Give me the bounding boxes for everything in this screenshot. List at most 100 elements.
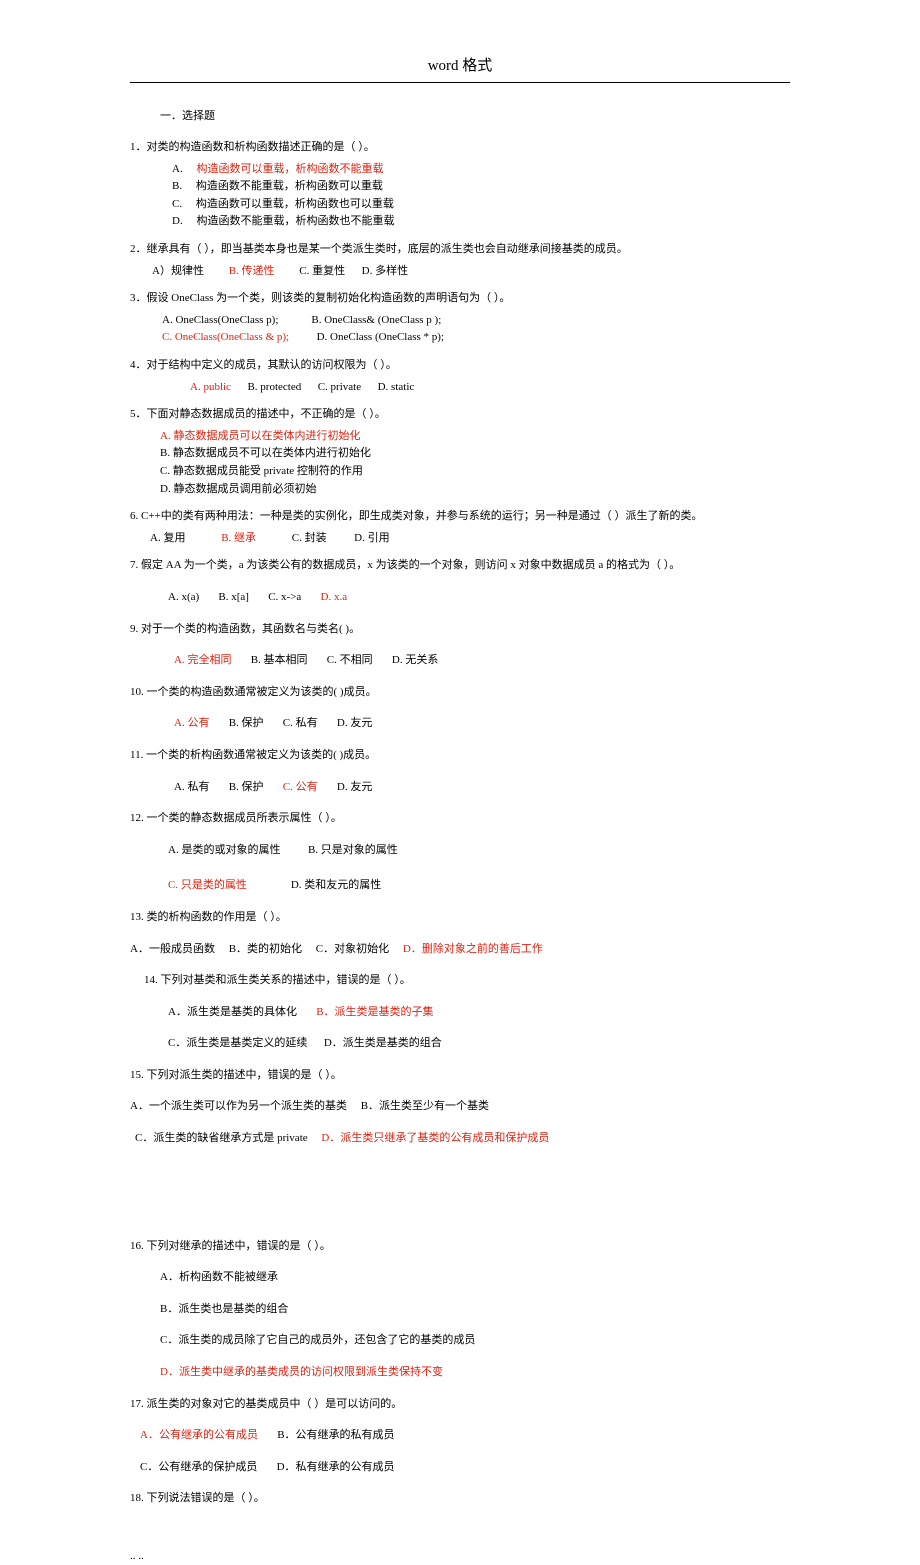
q2-opt-b: B. 传递性 (229, 265, 275, 277)
q13-stem: 13. 类的析构函数的作用是（ ）。 (130, 909, 790, 927)
header-underline (130, 82, 790, 83)
q6-opt-b: B. 继承 (221, 532, 256, 544)
question-5: 5．下面对静态数据成员的描述中，不正确的是（ ）。 A. 静态数据成员可以在类体… (130, 406, 790, 498)
q4-opt-a: A. public (190, 381, 231, 393)
q9-stem: 9. 对于一个类的构造函数，其函数名与类名( )。 (130, 621, 790, 639)
q1-opt-c: C. 构造函数可以重载，析构函数也可以重载 (172, 196, 790, 214)
q2-options-row: A）规律性 B. 传递性 C. 重复性 D. 多样性 (130, 263, 790, 281)
q12-opt-b: B. 只是对象的属性 (308, 844, 398, 856)
q16-stem: 16. 下列对继承的描述中，错误的是（ ）。 (130, 1238, 790, 1256)
q13-opt-d: D．删除对象之前的善后工作 (403, 943, 543, 955)
q3-stem: 3．假设 OneClass 为一个类，则该类的复制初始化构造函数的声明语句为（ … (130, 290, 790, 308)
question-13: 13. 类的析构函数的作用是（ ）。 A．一般成员函数 B．类的初始化 C．对象… (130, 909, 790, 958)
q10-opt-b: B. 保护 (229, 717, 264, 729)
q12-row1: A. 是类的或对象的属性 B. 只是对象的属性 (130, 842, 790, 860)
q2-opt-a: A）规律性 (152, 265, 204, 277)
q4-stem: 4．对于结构中定义的成员，其默认的访问权限为（ ）。 (130, 357, 790, 375)
q9-options: A. 完全相同 B. 基本相同 C. 不相同 D. 无关系 (130, 652, 790, 670)
q12-row2: C. 只是类的属性 D. 类和友元的属性 (130, 877, 790, 895)
q5-opt-d: D. 静态数据成员调用前必须初始 (160, 481, 790, 499)
q12-opt-a: A. 是类的或对象的属性 (168, 844, 280, 856)
q5-opt-b: B. 静态数据成员不可以在类体内进行初始化 (160, 445, 790, 463)
question-3: 3．假设 OneClass 为一个类，则该类的复制初始化构造函数的声明语句为（ … (130, 290, 790, 347)
q11-opt-d: D. 友元 (337, 781, 372, 793)
q3-opt-d: D. OneClass (OneClass * p); (317, 331, 444, 343)
q4-opt-b: B. protected (247, 381, 301, 393)
q7-opt-d: D. x.a (321, 591, 348, 603)
q6-opt-a: A. 复用 (150, 532, 185, 544)
q15-opt-c: C．派生类的缺省继承方式是 private (135, 1132, 308, 1144)
q11-options: A. 私有 B. 保护 C. 公有 D. 友元 (130, 779, 790, 797)
q15-row2: C．派生类的缺省继承方式是 private D．派生类只继承了基类的公有成员和保… (130, 1130, 790, 1148)
q5-stem: 5．下面对静态数据成员的描述中，不正确的是（ ）。 (130, 406, 790, 424)
question-7: 7. 假定 AA 为一个类，a 为该类公有的数据成员，x 为该类的一个对象，则访… (130, 557, 790, 606)
q15-stem: 15. 下列对派生类的描述中，错误的是（ ）。 (130, 1067, 790, 1085)
q3-opt-c: C. OneClass(OneClass & p); (162, 331, 289, 343)
q10-options: A. 公有 B. 保护 C. 私有 D. 友元 (130, 715, 790, 733)
q17-opt-c: C．公有继承的保护成员 (140, 1461, 257, 1473)
q7-stem: 7. 假定 AA 为一个类，a 为该类公有的数据成员，x 为该类的一个对象，则访… (130, 557, 790, 575)
q9-opt-c: C. 不相同 (327, 654, 373, 666)
q15-opt-b: B．派生类至少有一个基类 (361, 1100, 489, 1112)
q15-row1: A．一个派生类可以作为另一个派生类的基类 B．派生类至少有一个基类 (130, 1098, 790, 1116)
question-4: 4．对于结构中定义的成员，其默认的访问权限为（ ）。 A. public B. … (130, 357, 790, 396)
q4-opt-d: D. static (378, 381, 415, 393)
q13-options: A．一般成员函数 B．类的初始化 C．对象初始化 D．删除对象之前的善后工作 (130, 941, 790, 959)
q7-opt-b: B. x[a] (218, 591, 249, 603)
question-14: 14. 下列对基类和派生类关系的描述中，错误的是（ ）。 A．派生类是基类的具体… (130, 972, 790, 1053)
q14-opt-a: A．派生类是基类的具体化 (168, 1006, 297, 1018)
q12-opt-c: C. 只是类的属性 (168, 879, 247, 891)
q3-row1: A. OneClass(OneClass p); B. OneClass& (O… (162, 312, 790, 330)
q4-options: A. public B. protected C. private D. sta… (130, 379, 790, 397)
q17-stem: 17. 派生类的对象对它的基类成员中（ ）是可以访问的。 (130, 1396, 790, 1414)
q17-row1: A．公有继承的公有成员 B．公有继承的私有成员 (130, 1427, 790, 1445)
q11-opt-c: C. 公有 (283, 781, 318, 793)
q6-stem: 6. C++中的类有两种用法：一种是类的实例化，即生成类对象，并参与系统的运行；… (130, 508, 790, 526)
q11-opt-b: B. 保护 (229, 781, 264, 793)
q7-options: A. x(a) B. x[a] C. x->a D. x.a (130, 589, 790, 607)
q11-stem: 11. 一个类的析构函数通常被定义为该类的( )成员。 (130, 747, 790, 765)
q3-opt-b: B. OneClass& (OneClass p ); (311, 314, 441, 326)
q17-opt-d: D．私有继承的公有成员 (277, 1461, 395, 1473)
question-11: 11. 一个类的析构函数通常被定义为该类的( )成员。 A. 私有 B. 保护 … (130, 747, 790, 796)
q14-row1: A．派生类是基类的具体化 B．派生类是基类的子集 (130, 1004, 790, 1022)
page-footer: .. .. (130, 1548, 790, 1565)
q18-stem: 18. 下列说法错误的是（ ）。 (130, 1490, 790, 1508)
q9-opt-a: A. 完全相同 (174, 654, 231, 666)
q5-opt-c: C. 静态数据成员能受 private 控制符的作用 (160, 463, 790, 481)
q14-opt-c: C．派生类是基类定义的延续 (168, 1037, 307, 1049)
q14-row2: C．派生类是基类定义的延续 D．派生类是基类的组合 (130, 1035, 790, 1053)
q13-opt-b: B．类的初始化 (229, 943, 302, 955)
q7-opt-c: C. x->a (268, 591, 301, 603)
q13-opt-c: C．对象初始化 (316, 943, 389, 955)
q4-opt-c: C. private (318, 381, 361, 393)
q6-opt-d: D. 引用 (354, 532, 389, 544)
question-12: 12. 一个类的静态数据成员所表示属性（ ）。 A. 是类的或对象的属性 B. … (130, 810, 790, 895)
q14-stem: 14. 下列对基类和派生类关系的描述中，错误的是（ ）。 (130, 972, 790, 990)
q2-opt-c: C. 重复性 (299, 265, 345, 277)
q12-stem: 12. 一个类的静态数据成员所表示属性（ ）。 (130, 810, 790, 828)
q2-opt-d: D. 多样性 (362, 265, 408, 277)
question-16: 16. 下列对继承的描述中，错误的是（ ）。 A．析构函数不能被继承 B．派生类… (130, 1238, 790, 1382)
q14-opt-d: D．派生类是基类的组合 (324, 1037, 442, 1049)
q7-opt-a: A. x(a) (168, 591, 199, 603)
question-1: 1．对类的构造函数和析构函数描述正确的是（ ）。 A. 构造函数可以重载，析构函… (130, 139, 790, 231)
q9-opt-b: B. 基本相同 (251, 654, 308, 666)
q10-opt-a: A. 公有 (174, 717, 209, 729)
question-17: 17. 派生类的对象对它的基类成员中（ ）是可以访问的。 A．公有继承的公有成员… (130, 1396, 790, 1477)
q16-opt-c: C．派生类的成员除了它自己的成员外，还包含了它的基类的成员 (130, 1332, 790, 1350)
q16-opt-d: D．派生类中继承的基类成员的访问权限到派生类保持不变 (130, 1364, 790, 1382)
q13-opt-a: A．一般成员函数 (130, 943, 215, 955)
page-header: word 格式 (0, 55, 920, 78)
q5-opt-a: A. 静态数据成员可以在类体内进行初始化 (160, 428, 790, 446)
q11-opt-a: A. 私有 (174, 781, 209, 793)
question-6: 6. C++中的类有两种用法：一种是类的实例化，即生成类对象，并参与系统的运行；… (130, 508, 790, 547)
q10-opt-c: C. 私有 (283, 717, 318, 729)
q15-opt-a: A．一个派生类可以作为另一个派生类的基类 (130, 1100, 347, 1112)
question-2: 2．继承具有（ ），即当基类本身也是某一个类派生类时，底层的派生类也会自动继承间… (130, 241, 790, 280)
q10-stem: 10. 一个类的构造函数通常被定义为该类的( )成员。 (130, 684, 790, 702)
q1-opt-b: B. 构造函数不能重载，析构函数可以重载 (172, 178, 790, 196)
q14-opt-b: B．派生类是基类的子集 (316, 1006, 433, 1018)
q3-row2: C. OneClass(OneClass & p); D. OneClass (… (162, 329, 790, 347)
q6-options: A. 复用 B. 继承 C. 封装 D. 引用 (130, 530, 790, 548)
